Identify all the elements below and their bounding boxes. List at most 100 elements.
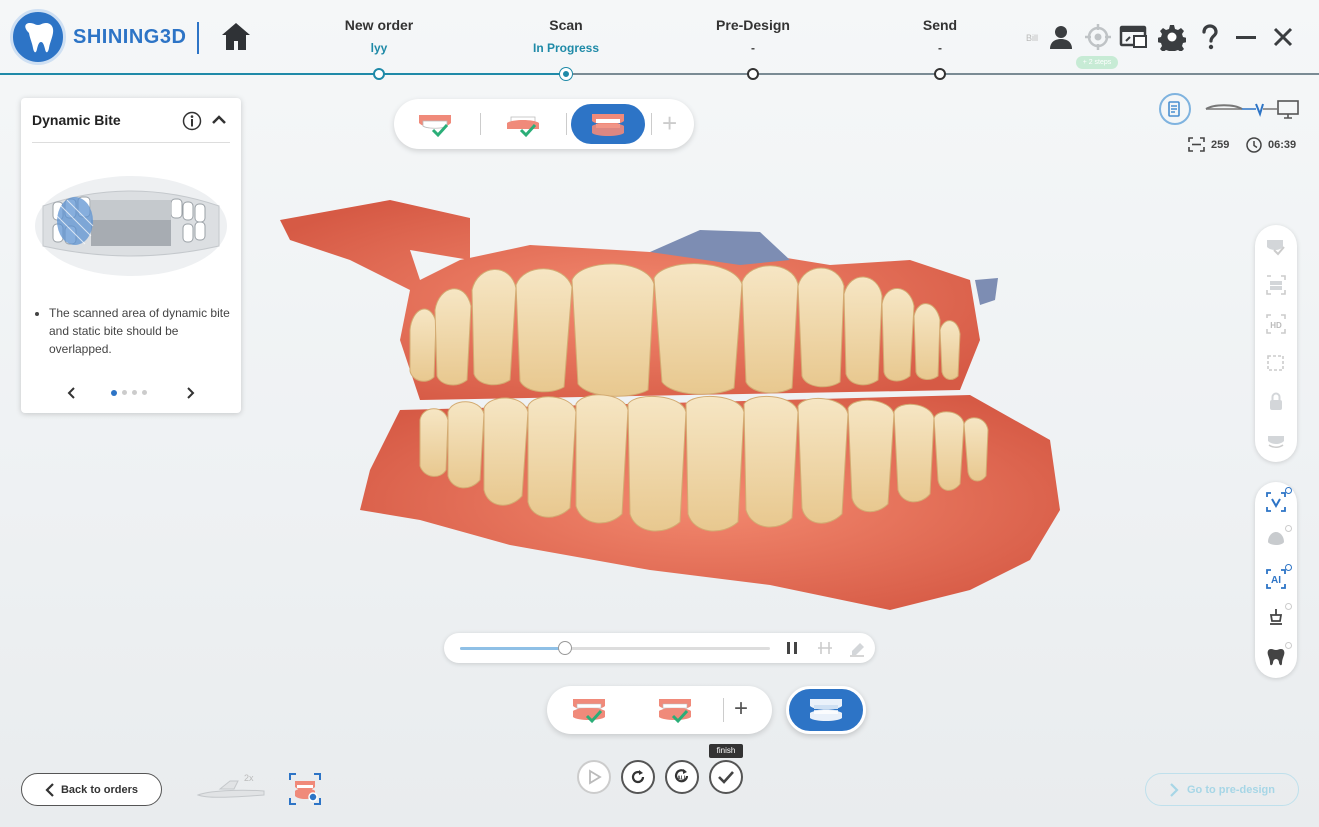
- scan-options-toolbar: AI: [1255, 482, 1297, 678]
- static-bite-2-done-icon[interactable]: [655, 694, 695, 726]
- scanner-connection-indicator: [1204, 98, 1300, 120]
- scan-mode-button[interactable]: [1159, 93, 1191, 125]
- add-bite-button[interactable]: +: [734, 694, 748, 724]
- panel-description: The scanned area of dynamic bite and sta…: [33, 304, 238, 358]
- user-name: Bill: [1026, 33, 1039, 43]
- next-tip-button[interactable]: [183, 386, 197, 400]
- brand-divider: [197, 22, 199, 54]
- jaw-illustration-icon: [35, 176, 227, 276]
- scan-3d-viewport[interactable]: [270, 190, 1070, 620]
- scanner-connected-icon: [1205, 100, 1299, 119]
- step-node-send: [934, 68, 946, 80]
- scan-region-button[interactable]: [289, 773, 321, 805]
- help-button[interactable]: [1195, 22, 1225, 52]
- page-dot[interactable]: [132, 390, 137, 395]
- settings-button[interactable]: [1157, 22, 1187, 52]
- add-stage-button[interactable]: +: [662, 109, 677, 137]
- texture-toggle-icon[interactable]: [1264, 235, 1288, 259]
- tab-upper-jaw[interactable]: [398, 104, 472, 144]
- tab-divider: [566, 113, 567, 135]
- screen-share-icon: [1119, 25, 1147, 48]
- occlusion-view-icon[interactable]: [1264, 273, 1288, 297]
- group-divider: [723, 698, 724, 722]
- home-button[interactable]: [220, 20, 252, 54]
- rescan-button[interactable]: [621, 760, 655, 794]
- page-dot[interactable]: [111, 389, 117, 396]
- step-status: In Progress: [532, 41, 600, 55]
- bite-illustration: [33, 166, 229, 278]
- page-dot[interactable]: [122, 390, 127, 395]
- back-to-orders-button[interactable]: Back to orders: [21, 773, 162, 806]
- option-on-indicator: [1285, 487, 1292, 494]
- clock-icon: [1246, 137, 1262, 153]
- option-on-indicator: [1285, 564, 1292, 571]
- step-status: -: [751, 41, 755, 55]
- step-node-pre-design: [747, 68, 759, 80]
- collapse-button[interactable]: [211, 113, 227, 127]
- target-icon: [1085, 24, 1111, 50]
- go-to-pre-design-button[interactable]: Go to pre-design: [1145, 773, 1299, 806]
- trim-icon[interactable]: [817, 640, 833, 656]
- chevron-up-icon: [212, 115, 226, 124]
- timeline-handle[interactable]: [558, 641, 573, 655]
- scan-time-value: 06:39: [1268, 139, 1297, 151]
- instruction-panel: Dynamic Bite • The scanned area of dynam…: [21, 98, 241, 413]
- scan-time: 06:39: [1246, 137, 1296, 153]
- tooth-logo-icon: [25, 23, 54, 53]
- rescan-all-button[interactable]: ALL: [665, 760, 699, 794]
- step-new-order[interactable]: New order lyy: [309, 17, 449, 55]
- static-bite-done-icon[interactable]: [569, 694, 609, 726]
- settings-icon: [1158, 25, 1186, 51]
- finish-button[interactable]: [709, 760, 743, 794]
- timeline-progress: [460, 647, 566, 650]
- user-button[interactable]: [1046, 22, 1076, 52]
- tab-divider: [480, 113, 481, 135]
- play-button[interactable]: [577, 760, 611, 794]
- logo: [10, 9, 66, 65]
- step-status: lyy: [370, 41, 388, 55]
- lock-icon[interactable]: [1264, 389, 1288, 413]
- frame-count-icon: [1188, 137, 1205, 152]
- eraser-icon[interactable]: [848, 639, 866, 657]
- bite-icon: [592, 114, 624, 136]
- screen-share-button[interactable]: [1119, 22, 1149, 52]
- implant-scan-icon[interactable]: [1264, 606, 1288, 630]
- step-scan[interactable]: Scan In Progress: [496, 17, 636, 55]
- jaw-view-icon[interactable]: [1264, 428, 1288, 452]
- view-toolbar: HD: [1255, 225, 1297, 462]
- page-dot[interactable]: [142, 390, 147, 395]
- step-node-scan: [560, 68, 572, 80]
- smart-scan-icon[interactable]: [1264, 490, 1288, 514]
- target-button[interactable]: [1083, 22, 1113, 52]
- crop-region-icon[interactable]: [1264, 351, 1288, 375]
- scan-region-icon: [289, 773, 321, 805]
- palate-icon[interactable]: [1264, 528, 1288, 552]
- svg-text:AI: AI: [1271, 575, 1281, 586]
- tab-lower-jaw[interactable]: [486, 104, 560, 144]
- top-bar: SHINING3D New order lyy Scan In Progress…: [0, 0, 1319, 80]
- option-off-indicator: [1285, 603, 1292, 610]
- tooth-edit-icon[interactable]: [1264, 645, 1288, 669]
- step-send[interactable]: Send -: [870, 17, 1010, 55]
- shot-count: 259: [1188, 137, 1229, 152]
- refresh-icon: [631, 770, 645, 784]
- ai-scan-icon[interactable]: AI: [1264, 567, 1288, 591]
- chevron-left-icon: [67, 387, 75, 399]
- pause-icon[interactable]: [785, 641, 799, 655]
- close-button[interactable]: [1268, 22, 1298, 52]
- minimize-icon: [1236, 36, 1256, 39]
- step-pre-design[interactable]: Pre-Design -: [683, 17, 823, 55]
- playback-timeline: [444, 633, 875, 663]
- dynamic-bite-button[interactable]: [786, 686, 866, 734]
- dynamic-bite-icon: [810, 699, 842, 721]
- info-button[interactable]: [182, 111, 202, 131]
- instruction-text: The scanned area of dynamic bite and sta…: [49, 304, 238, 358]
- tab-bite[interactable]: [571, 104, 645, 144]
- hd-icon[interactable]: HD: [1264, 312, 1288, 336]
- chevron-left-icon: [45, 782, 54, 797]
- svg-text:ALL: ALL: [677, 776, 687, 782]
- user-icon: [1050, 26, 1072, 49]
- minimize-button[interactable]: [1231, 22, 1261, 52]
- previous-tip-button[interactable]: [65, 386, 79, 400]
- close-icon: [1273, 27, 1293, 47]
